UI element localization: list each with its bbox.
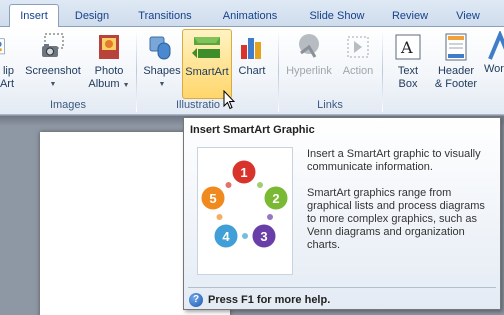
illustrations-group-label: Illustratio — [176, 99, 221, 111]
links-group-label: Links — [317, 99, 343, 111]
smartart-label: SmartArt — [185, 66, 229, 78]
wordart-button[interactable]: Wor — [484, 31, 504, 76]
shapes-label: Shapes — [143, 65, 181, 77]
shapes-dropdown-icon[interactable]: ▼ — [141, 78, 183, 91]
cycle-arrow — [225, 182, 232, 188]
tab-transitions[interactable]: Transitions — [128, 7, 202, 27]
shapes-icon — [149, 36, 171, 60]
header-footer-icon — [445, 33, 467, 61]
tooltip-description: Insert a SmartArt graphic to visually co… — [307, 148, 481, 173]
smartart-button[interactable]: SmartArt — [182, 29, 232, 99]
photo-album-icon — [99, 35, 119, 59]
text-box-button[interactable]: A Text Box — [388, 31, 428, 91]
help-text: Press F1 for more help. — [208, 294, 331, 306]
chart-button[interactable]: Chart — [234, 31, 270, 78]
smartart-preview-image: 1 2 3 4 5 — [197, 147, 293, 275]
tooltip-details: SmartArt graphics range from graphical l… — [307, 187, 485, 251]
chart-label: Chart — [238, 65, 266, 77]
ribbon-tab-bar: Insert Design Transitions Animations Sli… — [0, 0, 504, 28]
screenshot-button[interactable]: Screenshot ▼ — [22, 31, 84, 91]
smartart-icon — [192, 37, 220, 58]
screenshot-icon — [42, 33, 64, 57]
header-footer-label-2: & Footer — [434, 78, 478, 90]
help-icon: ? — [189, 293, 203, 307]
photo-album-label-1: Photo — [94, 65, 124, 77]
mouse-cursor-icon — [223, 90, 235, 110]
photo-album-label-2: Album ▼ — [88, 78, 130, 90]
tab-animations[interactable]: Animations — [212, 7, 288, 27]
clip-art-icon — [0, 38, 5, 55]
tooltip-title: Insert SmartArt Graphic — [190, 124, 315, 136]
cycle-node-number: 5 — [209, 191, 216, 206]
text-box-label-2: Box — [398, 78, 418, 90]
tab-slide-show[interactable]: Slide Show — [299, 7, 375, 27]
tab-insert[interactable]: Insert — [9, 4, 59, 28]
action-button[interactable]: Action — [338, 31, 378, 78]
tooltip-help: ? Press F1 for more help. — [189, 292, 330, 308]
hyperlink-button[interactable]: Hyperlink — [282, 31, 336, 78]
images-group-label: Images — [49, 99, 87, 111]
header-footer-label-1: Header — [437, 65, 475, 77]
photo-album-dropdown-icon[interactable]: ▼ — [123, 82, 130, 89]
tab-design[interactable]: Design — [66, 7, 118, 27]
header-footer-button[interactable]: Header & Footer — [430, 31, 482, 91]
screenshot-dropdown-icon[interactable]: ▼ — [22, 78, 84, 91]
tab-view[interactable]: View — [446, 7, 490, 27]
shapes-button[interactable]: Shapes ▼ — [141, 31, 183, 91]
cycle-arrow — [216, 214, 223, 220]
action-icon — [347, 36, 369, 58]
clip-art-button[interactable]: lip Art — [0, 31, 14, 91]
cycle-node-number: 2 — [272, 191, 279, 206]
group-separator — [382, 30, 383, 112]
screenshot-label: Screenshot — [25, 65, 81, 77]
group-separator — [136, 30, 137, 112]
tooltip-divider — [188, 287, 496, 288]
cycle-diagram-image: 1 2 3 4 5 — [200, 159, 289, 249]
cycle-arrow — [242, 233, 248, 239]
wordart-icon — [488, 31, 504, 60]
tab-review[interactable]: Review — [386, 7, 434, 27]
text-box-icon: A — [395, 34, 421, 60]
action-label: Action — [342, 65, 374, 77]
cycle-node-number: 1 — [240, 165, 247, 180]
photo-album-button[interactable]: Photo Album ▼ — [86, 31, 132, 92]
smartart-tooltip: Insert SmartArt Graphic 1 2 3 4 5 Insert a S… — [183, 117, 501, 310]
svg-text:A: A — [400, 38, 413, 57]
hyperlink-label: Hyperlink — [286, 65, 332, 77]
cycle-arrow — [257, 182, 263, 188]
cycle-node-number: 3 — [260, 229, 267, 244]
chart-icon — [241, 38, 261, 59]
cycle-node-number: 4 — [222, 229, 230, 244]
wordart-label: Wor — [484, 63, 504, 75]
ribbon: lip Art Screenshot ▼ Photo Album ▼ Image… — [0, 27, 504, 115]
clip-art-label-1: lip — [2, 65, 14, 77]
text-box-label-1: Text — [397, 65, 419, 77]
clip-art-label-2: Art — [0, 78, 14, 90]
cycle-arrow — [267, 214, 273, 220]
hyperlink-icon — [299, 34, 319, 58]
